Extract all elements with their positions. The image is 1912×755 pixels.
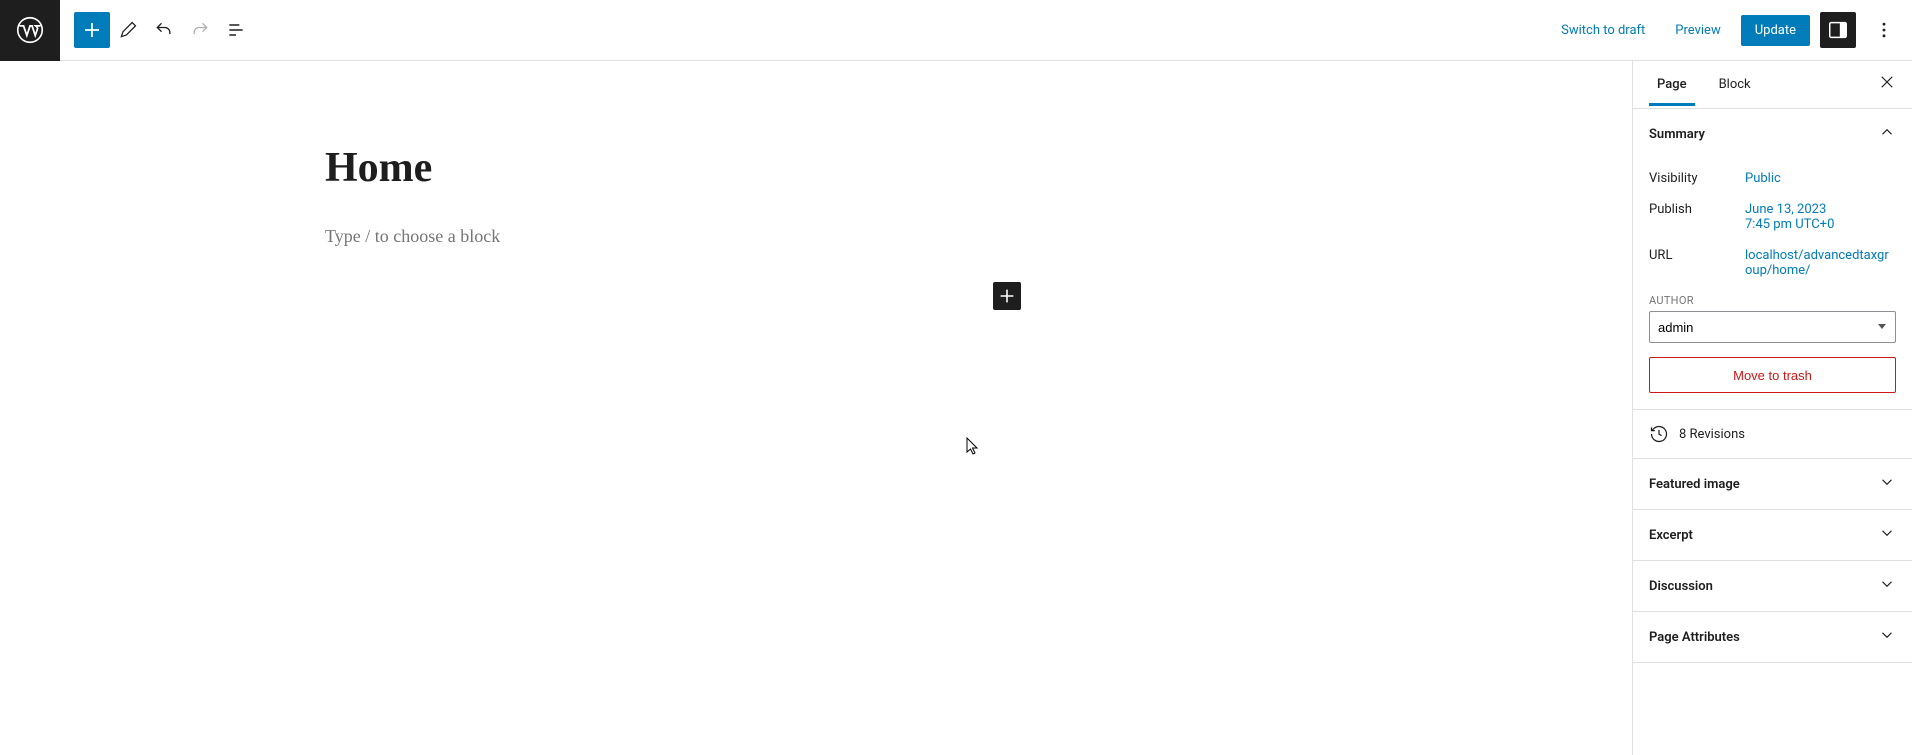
publish-time: 7:45 pm UTC+0 — [1745, 217, 1834, 232]
undo-button[interactable] — [146, 12, 182, 48]
wordpress-logo[interactable] — [0, 0, 60, 61]
publish-label: Publish — [1649, 202, 1745, 232]
plus-icon — [80, 18, 104, 42]
update-button[interactable]: Update — [1741, 15, 1810, 46]
settings-panel-toggle[interactable] — [1820, 12, 1856, 48]
url-value[interactable]: localhost/advancedtaxgroup/home/ — [1745, 248, 1896, 278]
preview-button[interactable]: Preview — [1665, 17, 1730, 44]
panel-page-attributes[interactable]: Page Attributes — [1633, 612, 1912, 662]
chevron-down-icon — [1878, 524, 1896, 546]
more-vertical-icon — [1874, 20, 1894, 40]
tab-block[interactable]: Block — [1711, 63, 1759, 106]
switch-to-draft-button[interactable]: Switch to draft — [1551, 17, 1655, 44]
mouse-cursor — [966, 437, 980, 457]
top-toolbar: Switch to draft Preview Update — [0, 0, 1912, 61]
chevron-down-icon — [1878, 626, 1896, 648]
settings-sidebar: Page Block Summary Visibility Public Pub… — [1632, 61, 1912, 755]
list-view-icon — [226, 20, 246, 40]
panel-excerpt[interactable]: Excerpt — [1633, 510, 1912, 560]
url-row[interactable]: URL localhost/advancedtaxgroup/home/ — [1649, 240, 1896, 286]
page-title-input[interactable]: Home — [325, 144, 1025, 192]
close-sidebar-button[interactable] — [1878, 73, 1896, 96]
close-icon — [1878, 73, 1896, 91]
panel-discussion[interactable]: Discussion — [1633, 561, 1912, 611]
panel-title: Summary — [1649, 127, 1705, 142]
undo-icon — [154, 20, 174, 40]
panel-summary-header[interactable]: Summary — [1633, 109, 1912, 159]
panel-title: Featured image — [1649, 477, 1740, 492]
panel-featured-image[interactable]: Featured image — [1633, 459, 1912, 509]
sidebar-icon — [1827, 19, 1849, 41]
publish-value[interactable]: June 13, 2023 7:45 pm UTC+0 — [1745, 202, 1896, 232]
chevron-up-icon — [1878, 123, 1896, 145]
chevron-down-icon — [1878, 575, 1896, 597]
revisions-button[interactable]: 8 Revisions — [1633, 410, 1912, 459]
block-placeholder[interactable]: Type / to choose a block — [325, 226, 1025, 247]
panel-title: Page Attributes — [1649, 630, 1740, 645]
panel-title: Excerpt — [1649, 528, 1693, 543]
inline-add-block-button[interactable] — [993, 282, 1021, 310]
pencil-icon — [118, 20, 138, 40]
chevron-down-icon — [1878, 473, 1896, 495]
options-menu-button[interactable] — [1866, 12, 1902, 48]
publish-row[interactable]: Publish June 13, 2023 7:45 pm UTC+0 — [1649, 194, 1896, 240]
redo-button[interactable] — [182, 12, 218, 48]
tab-page[interactable]: Page — [1649, 63, 1695, 106]
plus-icon — [996, 285, 1018, 307]
history-icon — [1649, 424, 1669, 444]
visibility-label: Visibility — [1649, 171, 1745, 186]
url-label: URL — [1649, 248, 1745, 278]
publish-date: June 13, 2023 — [1745, 202, 1826, 217]
visibility-value[interactable]: Public — [1745, 171, 1896, 186]
author-label: AUTHOR — [1649, 294, 1896, 307]
add-block-toggle-button[interactable] — [74, 12, 110, 48]
revisions-text: 8 Revisions — [1679, 427, 1745, 442]
redo-icon — [190, 20, 210, 40]
visibility-row[interactable]: Visibility Public — [1649, 163, 1896, 194]
move-to-trash-button[interactable]: Move to trash — [1649, 357, 1896, 393]
panel-title: Discussion — [1649, 579, 1713, 594]
author-select[interactable]: admin — [1649, 311, 1896, 343]
editor-canvas[interactable]: Home Type / to choose a block — [0, 61, 1632, 755]
document-overview-button[interactable] — [218, 12, 254, 48]
tools-button[interactable] — [110, 12, 146, 48]
